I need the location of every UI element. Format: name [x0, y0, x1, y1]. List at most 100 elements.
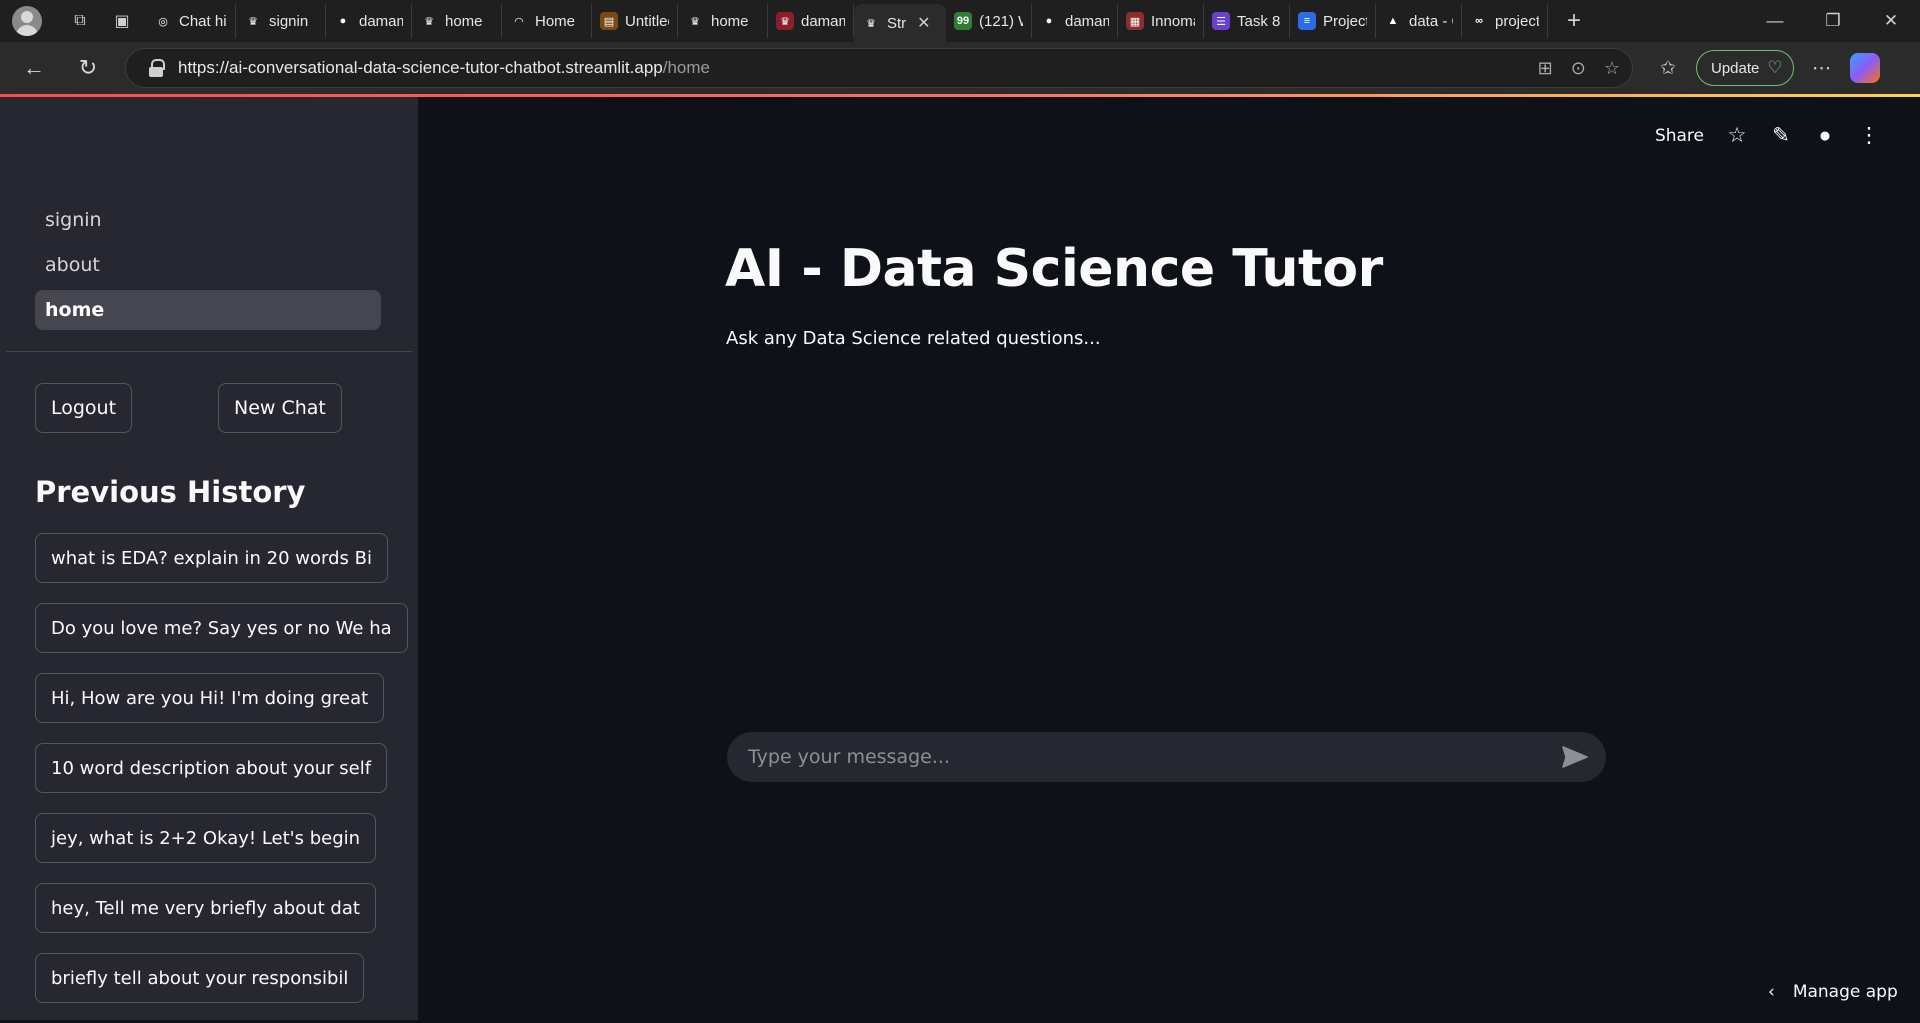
- send-icon[interactable]: [1562, 746, 1588, 768]
- manage-app-label: Manage app: [1792, 982, 1898, 1002]
- browser-right-icons: ✩ Update ♡ ⋯: [1650, 42, 1880, 94]
- history-row: 10 word description about your self: [35, 743, 395, 813]
- sidebar-nav: signin about home: [35, 200, 381, 335]
- history-row: Hi, How are you Hi! I'm doing great: [35, 673, 395, 743]
- browser-tab[interactable]: ≡ Project: [1290, 4, 1376, 38]
- browser-tab[interactable]: ◠ Home: [502, 4, 592, 38]
- address-bar-row: ← ↻ https://ai-conversational-data-scien…: [0, 42, 1920, 94]
- app-available-icon[interactable]: ⊞: [1538, 58, 1553, 79]
- browser-tab[interactable]: ♛ home: [412, 4, 502, 38]
- tab-title: Innoma: [1151, 12, 1195, 30]
- tab-title: Str: [887, 14, 907, 32]
- chat-input-container: [727, 732, 1606, 782]
- address-bar[interactable]: https://ai-conversational-data-science-t…: [125, 48, 1633, 88]
- page-caption: Ask any Data Science related questions..…: [726, 328, 1101, 349]
- omnibox-icons: ⊞ ⊙ ☆: [1538, 49, 1620, 87]
- sidebar-item-signin[interactable]: signin: [35, 200, 381, 240]
- browser-tab[interactable]: ∞ project: [1462, 4, 1548, 38]
- browser-tab[interactable]: ● damam: [326, 4, 412, 38]
- browser-tab[interactable]: ▦ Innoma: [1118, 4, 1204, 38]
- browser-tab[interactable]: ♛ home: [678, 4, 768, 38]
- copilot-icon[interactable]: [1849, 53, 1880, 83]
- app-toolbar: Share ☆ ✎ ● ⋮: [1655, 123, 1880, 148]
- browser-tab[interactable]: ● damam: [1032, 4, 1118, 38]
- browser-tab[interactable]: ▤ Untitled: [592, 4, 678, 38]
- main-area: Share ☆ ✎ ● ⋮ AI - Data Science Tutor As…: [418, 97, 1920, 1020]
- history-row: what is EDA? explain in 20 words Bi: [35, 533, 395, 603]
- browser-tab[interactable]: ☰ Task 8 -: [1204, 4, 1290, 38]
- close-window-icon[interactable]: ✕: [1862, 0, 1920, 42]
- favorites-icon[interactable]: ✩: [1650, 50, 1686, 86]
- history-item-button[interactable]: briefly tell about your responsibil: [35, 953, 365, 1003]
- logout-button[interactable]: Logout: [35, 383, 133, 433]
- history-item-button[interactable]: Do you love me? Say yes or no We ha: [35, 603, 408, 653]
- favorite-star-icon[interactable]: ☆: [1604, 58, 1620, 79]
- sidebar-item-about[interactable]: about: [35, 245, 381, 285]
- close-tab-icon[interactable]: ✕: [917, 13, 930, 33]
- new-chat-button[interactable]: New Chat: [218, 383, 342, 433]
- history-item-button[interactable]: 10 word description about your self: [35, 743, 388, 793]
- tab-favicon-icon: ≡: [1298, 12, 1316, 30]
- manage-app-button[interactable]: ‹ Manage app: [1742, 964, 1920, 1020]
- history-row: hey, Tell me very briefly about dat: [35, 883, 395, 953]
- share-button[interactable]: Share: [1655, 126, 1704, 146]
- new-tab-button[interactable]: +: [1556, 7, 1592, 35]
- tab-favicon-icon: ▦: [1126, 12, 1144, 30]
- history-title: Previous History: [35, 475, 306, 509]
- history-item-button[interactable]: hey, Tell me very briefly about dat: [35, 883, 376, 933]
- health-heart-icon: ♡: [1767, 58, 1783, 77]
- history-row: Do you love me? Say yes or no We ha: [35, 603, 408, 673]
- lock-icon[interactable]: [148, 59, 165, 77]
- settings-more-icon[interactable]: ⋯: [1804, 50, 1840, 86]
- vertical-tabs-icon[interactable]: ▣: [104, 5, 140, 37]
- history-list: what is EDA? explain in 20 words Bi Do yo…: [35, 533, 408, 1023]
- tab-favicon-icon: ▲: [1384, 12, 1402, 30]
- tab-title: Home: [535, 12, 576, 30]
- tab-title: Project: [1323, 12, 1367, 30]
- chat-input[interactable]: [727, 746, 1562, 768]
- restore-icon[interactable]: ❐: [1804, 0, 1862, 42]
- browser-tab[interactable]: ♛ damam: [768, 4, 854, 38]
- edit-pencil-icon[interactable]: ✎: [1770, 123, 1792, 148]
- history-item-button[interactable]: jey, what is 2+2 Okay! Let's begin: [35, 813, 377, 863]
- back-icon[interactable]: ←: [14, 48, 54, 88]
- history-row: jey, what is 2+2 Okay! Let's begin: [35, 813, 395, 883]
- tab-title: damam: [1065, 12, 1109, 30]
- sidebar: signin about home Logout New Chat Previous…: [0, 97, 418, 1020]
- more-tools-icon[interactable]: ⊙: [1571, 58, 1586, 79]
- more-menu-icon[interactable]: ⋮: [1858, 123, 1880, 148]
- tab-favicon-icon: 99: [954, 12, 972, 30]
- profile-avatar-icon[interactable]: [12, 6, 42, 36]
- star-icon[interactable]: ☆: [1726, 123, 1748, 148]
- browser-tab[interactable]: ♛ signin: [236, 4, 326, 38]
- history-item-button[interactable]: what is EDA? explain in 20 words Bi: [35, 533, 388, 583]
- github-icon[interactable]: ●: [1814, 124, 1836, 148]
- history-item-button[interactable]: Hi, How are you Hi! I'm doing great: [35, 673, 385, 723]
- sidebar-item-home[interactable]: home: [35, 290, 381, 330]
- tab-title: (121) W: [979, 12, 1023, 30]
- url-host: https://ai-conversational-data-science-t…: [178, 58, 663, 77]
- browser-tab[interactable]: ◎ Chat his: [146, 4, 236, 38]
- chevron-left-icon: ‹: [1768, 982, 1775, 1002]
- minimize-icon[interactable]: —: [1746, 0, 1804, 42]
- browser-tab-bar: ⧉ ▣ ◎ Chat his ♛ signin ● damam ♛ home ◠ Home ▤ Unt…: [0, 0, 1920, 42]
- tab-favicon-icon: ◠: [510, 12, 528, 30]
- tab-title: Untitled: [625, 12, 669, 30]
- url-text[interactable]: https://ai-conversational-data-science-t…: [178, 58, 710, 78]
- update-button[interactable]: Update ♡: [1696, 50, 1794, 86]
- url-path: /home: [662, 58, 710, 77]
- tab-title: Task 8 -: [1237, 12, 1281, 30]
- tab-title: Chat his: [179, 12, 227, 30]
- tab-favicon-icon: ◎: [154, 12, 172, 30]
- tab-title: damam: [359, 12, 403, 30]
- tab-favicon-icon: ☰: [1212, 12, 1230, 30]
- tab-favicon-icon: ♛: [420, 12, 438, 30]
- workspaces-icon[interactable]: ⧉: [62, 5, 98, 37]
- tab-title: home: [711, 12, 749, 30]
- tab-title: damam: [801, 12, 845, 30]
- reload-icon[interactable]: ↻: [68, 48, 108, 88]
- browser-tab[interactable]: ♛ Str ✕: [854, 4, 946, 42]
- browser-tab[interactable]: ▲ data - G: [1376, 4, 1462, 38]
- browser-tab[interactable]: 99 (121) W: [946, 4, 1032, 38]
- sidebar-divider: [6, 351, 412, 352]
